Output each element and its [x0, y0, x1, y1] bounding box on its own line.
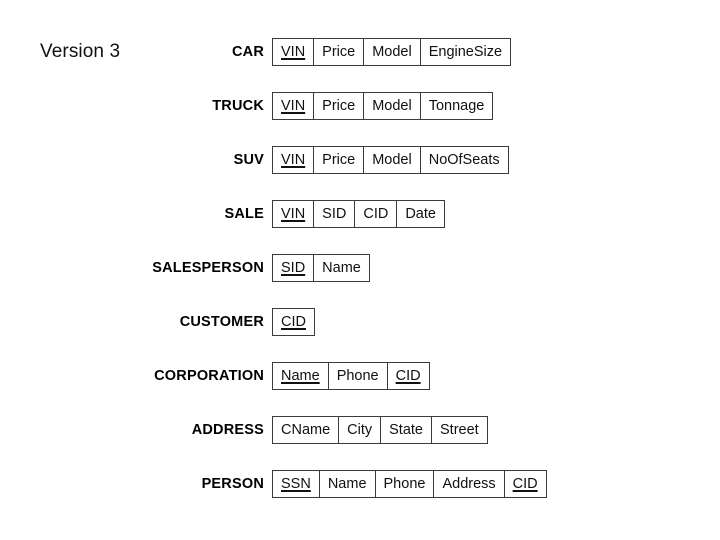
primary-key-attribute-cell: CID	[388, 363, 429, 389]
attribute-label: CID	[281, 314, 306, 330]
attribute-cell: Price	[314, 39, 365, 65]
relation-row: SUV VIN Price Model NoOfSeats	[0, 146, 720, 174]
attribute-label: CID	[363, 206, 389, 222]
attribute-label: Price	[322, 44, 356, 60]
attribute-cell: Phone	[329, 363, 388, 389]
attribute-cell: Name	[320, 471, 376, 497]
attribute-label: NoOfSeats	[428, 152, 500, 168]
attribute-label: City	[347, 422, 373, 438]
attribute-table: CID	[272, 308, 315, 336]
primary-key-attribute-cell: Name	[273, 363, 329, 389]
relation-row: SALE VIN SID CID Date	[0, 200, 720, 228]
attribute-label: Name	[281, 368, 320, 384]
relation-row: CAR VIN Price Model EngineSize	[0, 38, 720, 66]
relation-name-label: SALESPERSON	[152, 260, 264, 276]
attribute-cell: CID	[355, 201, 398, 227]
attribute-table: VIN Price Model EngineSize	[272, 38, 512, 66]
relation-name-label: TRUCK	[212, 98, 264, 114]
relation-row: PERSON SSN Name Phone Address CID	[0, 470, 720, 498]
primary-key-attribute-cell: SID	[273, 255, 315, 281]
relation-name-label: CORPORATION	[154, 368, 264, 384]
attribute-cell: EngineSize	[421, 39, 510, 65]
attribute-cell: Tonnage	[421, 93, 493, 119]
attribute-table: VIN SID CID Date	[272, 200, 445, 228]
relation-row: SALESPERSON SID Name	[0, 254, 720, 282]
attribute-cell: CName	[273, 417, 340, 443]
attribute-label: Tonnage	[428, 98, 485, 114]
attribute-label: Price	[322, 98, 356, 114]
attribute-cell: Phone	[376, 471, 435, 497]
attribute-label: SID	[322, 206, 347, 222]
attribute-cell: Name	[314, 255, 369, 281]
attribute-label: SSN	[281, 476, 311, 492]
primary-key-attribute-cell: CID	[273, 309, 314, 335]
relation-name-label: SUV	[233, 152, 264, 168]
attribute-label: CName	[281, 422, 331, 438]
attribute-label: Model	[372, 152, 412, 168]
attribute-table: CName City State Street	[272, 416, 488, 444]
attribute-cell: Price	[314, 147, 365, 173]
primary-key-attribute-cell: SSN	[273, 471, 320, 497]
attribute-cell: Street	[432, 417, 487, 443]
relation-name-label: PERSON	[201, 476, 264, 492]
attribute-label: SID	[281, 260, 306, 276]
primary-key-attribute-cell: VIN	[273, 39, 315, 65]
attribute-cell: NoOfSeats	[421, 147, 508, 173]
attribute-table: SID Name	[272, 254, 370, 282]
attribute-label: Address	[442, 476, 496, 492]
attribute-cell: Address	[434, 471, 505, 497]
attribute-table: SSN Name Phone Address CID	[272, 470, 547, 498]
attribute-table: VIN Price Model Tonnage	[272, 92, 494, 120]
attribute-cell: Model	[364, 93, 421, 119]
attribute-cell: SID	[314, 201, 356, 227]
attribute-label: VIN	[281, 206, 306, 222]
attribute-label: VIN	[281, 152, 306, 168]
attribute-cell: Date	[397, 201, 444, 227]
attribute-label: Date	[405, 206, 436, 222]
attribute-label: Model	[372, 98, 412, 114]
attribute-table: Name Phone CID	[272, 362, 430, 390]
attribute-label: EngineSize	[428, 44, 503, 60]
attribute-cell: City	[339, 417, 382, 443]
relation-name-label: ADDRESS	[191, 422, 264, 438]
diagram-canvas: Version 3 CAR VIN Price Model EngineSize TRUC…	[0, 0, 720, 540]
attribute-label: CID	[512, 476, 538, 492]
attribute-label: VIN	[281, 98, 306, 114]
primary-key-attribute-cell: VIN	[273, 147, 315, 173]
relation-row: TRUCK VIN Price Model Tonnage	[0, 92, 720, 120]
attribute-label: Name	[327, 476, 367, 492]
attribute-label: Model	[372, 44, 412, 60]
attribute-label: Phone	[336, 368, 379, 384]
attribute-label: VIN	[281, 44, 306, 60]
relation-name-label: CAR	[231, 44, 264, 60]
relation-row: CUSTOMER CID	[0, 308, 720, 336]
attribute-cell: Model	[364, 147, 421, 173]
primary-key-attribute-cell: VIN	[273, 93, 315, 119]
attribute-table: VIN Price Model NoOfSeats	[272, 146, 509, 174]
attribute-label: Name	[322, 260, 361, 276]
attribute-label: Phone	[383, 476, 426, 492]
attribute-label: CID	[395, 368, 421, 384]
attribute-label: Street	[440, 422, 479, 438]
attribute-cell: Price	[314, 93, 365, 119]
attribute-cell: Model	[364, 39, 421, 65]
attribute-cell: State	[381, 417, 432, 443]
relation-name-label: CUSTOMER	[179, 314, 264, 330]
attribute-label: Price	[322, 152, 356, 168]
primary-key-attribute-cell: CID	[505, 471, 546, 497]
relation-name-label: SALE	[224, 206, 264, 222]
primary-key-attribute-cell: VIN	[273, 201, 315, 227]
relation-row: ADDRESS CName City State Street	[0, 416, 720, 444]
relation-schema-list: CAR VIN Price Model EngineSize TRUCK VIN Price M…	[0, 38, 720, 524]
relation-row: CORPORATION Name Phone CID	[0, 362, 720, 390]
attribute-label: State	[389, 422, 423, 438]
